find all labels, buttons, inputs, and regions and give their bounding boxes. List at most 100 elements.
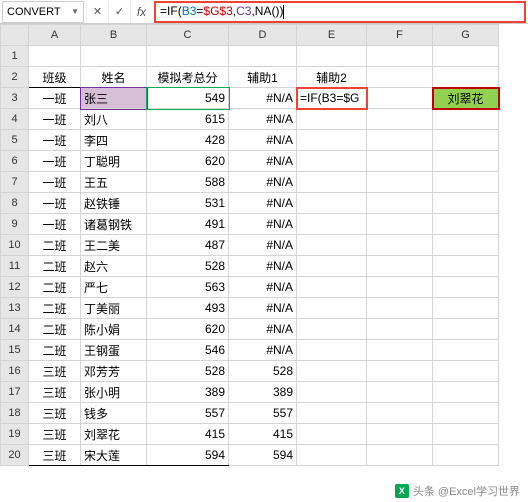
cell[interactable] — [367, 193, 433, 214]
cell[interactable]: 491 — [147, 214, 229, 235]
cell[interactable] — [297, 298, 367, 319]
row-header[interactable]: 2 — [1, 67, 29, 88]
cell[interactable] — [433, 319, 499, 340]
cell[interactable] — [367, 130, 433, 151]
cell[interactable] — [297, 193, 367, 214]
cell-header[interactable]: 班级 — [29, 67, 81, 88]
cell[interactable] — [433, 298, 499, 319]
cell[interactable]: 二班 — [29, 298, 81, 319]
cell[interactable]: 张小明 — [81, 382, 147, 403]
cell[interactable]: 588 — [147, 172, 229, 193]
cell[interactable] — [433, 214, 499, 235]
cell[interactable]: 615 — [147, 109, 229, 130]
cell[interactable] — [297, 46, 367, 67]
spreadsheet-grid[interactable]: A B C D E F G 1 2 班级 姓名 模拟考总分 辅助1 辅助2 3一… — [0, 24, 499, 466]
cell[interactable] — [433, 67, 499, 88]
cell[interactable]: 一班 — [29, 193, 81, 214]
cell[interactable] — [367, 172, 433, 193]
cell[interactable] — [367, 319, 433, 340]
chevron-down-icon[interactable]: ▼ — [71, 7, 79, 16]
cell[interactable]: 528 — [147, 256, 229, 277]
cell[interactable]: #N/A — [229, 214, 297, 235]
cell[interactable]: 王五 — [81, 172, 147, 193]
row-header[interactable]: 17 — [1, 382, 29, 403]
cell[interactable]: 李四 — [81, 130, 147, 151]
col-header[interactable]: G — [433, 25, 499, 46]
cell[interactable]: #N/A — [229, 151, 297, 172]
cell[interactable] — [367, 424, 433, 445]
cell[interactable]: #N/A — [229, 319, 297, 340]
cell[interactable]: 620 — [147, 319, 229, 340]
cell[interactable] — [81, 46, 147, 67]
col-header[interactable]: D — [229, 25, 297, 46]
row-header[interactable]: 1 — [1, 46, 29, 67]
cell[interactable]: 赵六 — [81, 256, 147, 277]
cell[interactable]: 丁美丽 — [81, 298, 147, 319]
cell[interactable]: 三班 — [29, 424, 81, 445]
cell[interactable]: 钱多 — [81, 403, 147, 424]
cell[interactable]: 诸葛钢铁 — [81, 214, 147, 235]
cell[interactable] — [367, 46, 433, 67]
row-header[interactable]: 16 — [1, 361, 29, 382]
cell[interactable]: 张三 — [81, 88, 147, 109]
cell[interactable] — [297, 214, 367, 235]
cell[interactable]: #N/A — [229, 256, 297, 277]
cell[interactable]: 丁聪明 — [81, 151, 147, 172]
cell[interactable]: 一班 — [29, 109, 81, 130]
cell[interactable]: 428 — [147, 130, 229, 151]
cell[interactable] — [367, 109, 433, 130]
cell[interactable] — [367, 214, 433, 235]
row-header[interactable]: 19 — [1, 424, 29, 445]
cell[interactable]: 528 — [147, 361, 229, 382]
cell[interactable]: 王二美 — [81, 235, 147, 256]
cell[interactable] — [367, 298, 433, 319]
fx-icon[interactable]: fx — [130, 1, 152, 23]
cell[interactable]: 549 — [147, 88, 229, 109]
cell[interactable]: #N/A — [229, 298, 297, 319]
cell[interactable]: 528 — [229, 361, 297, 382]
cell[interactable] — [147, 46, 229, 67]
cell-header[interactable]: 辅助2 — [297, 67, 367, 88]
cell[interactable] — [367, 151, 433, 172]
cell[interactable]: 一班 — [29, 214, 81, 235]
cell[interactable] — [433, 130, 499, 151]
cell[interactable] — [433, 46, 499, 67]
cell[interactable]: 刘翠花 — [433, 88, 499, 109]
cell[interactable] — [297, 109, 367, 130]
cell[interactable] — [297, 319, 367, 340]
cell[interactable]: 二班 — [29, 235, 81, 256]
cell[interactable]: 二班 — [29, 319, 81, 340]
cell[interactable] — [433, 445, 499, 466]
cell[interactable]: 620 — [147, 151, 229, 172]
name-box[interactable]: CONVERT ▼ — [2, 1, 84, 23]
cell[interactable] — [297, 424, 367, 445]
cell[interactable] — [297, 151, 367, 172]
cell[interactable]: 415 — [229, 424, 297, 445]
cell[interactable] — [297, 277, 367, 298]
cell[interactable] — [433, 403, 499, 424]
cell-header[interactable]: 姓名 — [81, 67, 147, 88]
cell[interactable] — [433, 172, 499, 193]
cell[interactable] — [433, 235, 499, 256]
cell[interactable]: 刘翠花 — [81, 424, 147, 445]
cell[interactable]: 三班 — [29, 403, 81, 424]
cell[interactable]: 三班 — [29, 382, 81, 403]
row-header[interactable]: 6 — [1, 151, 29, 172]
cell[interactable] — [367, 382, 433, 403]
cell[interactable]: 陈小娟 — [81, 319, 147, 340]
row-header[interactable]: 12 — [1, 277, 29, 298]
cell[interactable] — [297, 340, 367, 361]
cell[interactable] — [367, 361, 433, 382]
cell[interactable] — [297, 130, 367, 151]
confirm-icon[interactable]: ✓ — [108, 1, 130, 23]
cell[interactable] — [29, 46, 81, 67]
cell[interactable]: 二班 — [29, 340, 81, 361]
cell[interactable] — [433, 256, 499, 277]
cell[interactable]: 一班 — [29, 172, 81, 193]
cell[interactable] — [433, 382, 499, 403]
row-header[interactable]: 18 — [1, 403, 29, 424]
cell[interactable]: 493 — [147, 298, 229, 319]
cell[interactable]: 389 — [229, 382, 297, 403]
cell[interactable] — [433, 424, 499, 445]
cell[interactable]: 三班 — [29, 361, 81, 382]
